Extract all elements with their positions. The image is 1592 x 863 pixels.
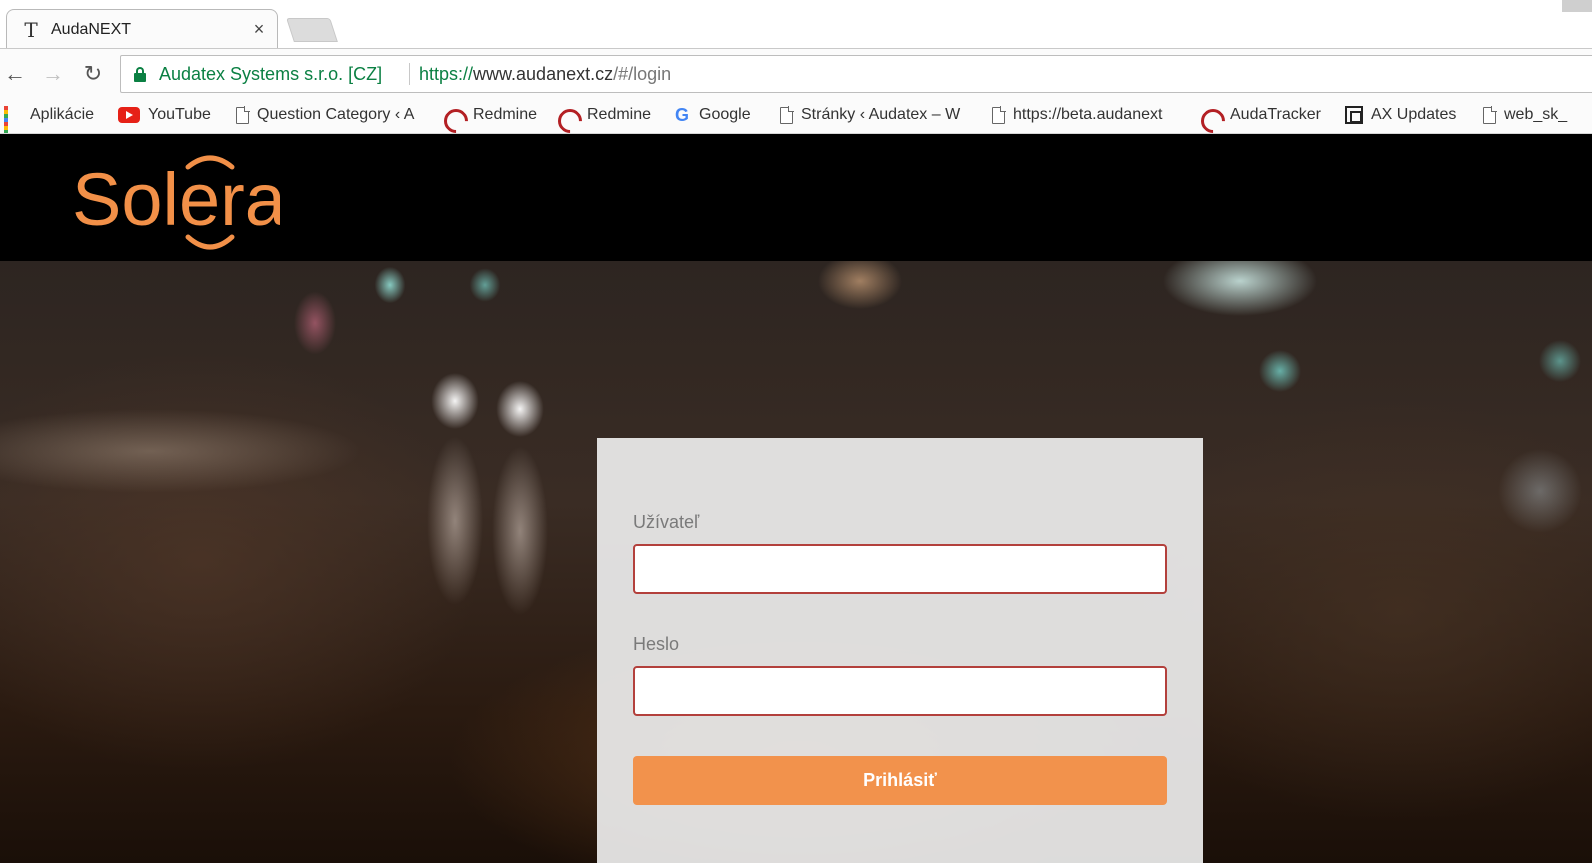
google-icon: G — [674, 105, 689, 125]
ax-updates-icon — [1345, 106, 1363, 124]
bookmark-redmine-2[interactable]: Redmine — [557, 104, 651, 126]
redmine-icon — [443, 106, 465, 124]
bookmark-label: AudaTracker — [1230, 106, 1321, 123]
url-text[interactable]: https://www.audanext.cz/#/login — [419, 64, 671, 85]
address-separator — [409, 63, 410, 85]
youtube-icon — [118, 107, 140, 123]
bookmark-label: YouTube — [148, 106, 211, 123]
tab-strip: T AudaNEXT × — [0, 0, 1592, 49]
page-icon — [780, 106, 794, 124]
password-label: Heslo — [633, 634, 680, 654]
address-bar[interactable]: Audatex Systems s.r.o. [CZ] https://www.… — [120, 55, 1592, 93]
bookmarks-bar: Aplikácie YouTube Question Category ‹ A … — [0, 98, 1592, 134]
bookmark-question-category[interactable]: Question Category ‹ A — [236, 104, 414, 126]
reload-icon[interactable]: ↻ — [80, 61, 106, 87]
page-viewport: Solera Užívateľ Heslo Prihlásiť — [0, 135, 1592, 863]
page-icon — [992, 106, 1006, 124]
tab-title: AudaNEXT — [51, 21, 132, 38]
bookmark-label: Question Category ‹ A — [257, 106, 415, 123]
solera-logo: Solera — [72, 155, 280, 250]
hero-background: Užívateľ Heslo Prihlásiť — [0, 261, 1592, 863]
url-host: www.audanext.cz — [473, 64, 614, 84]
redmine-icon — [557, 106, 579, 124]
page-icon — [1483, 106, 1497, 124]
logo-text: Solera — [72, 158, 280, 241]
back-arrow-icon[interactable]: ← — [2, 61, 28, 87]
site-header: Solera — [0, 135, 1592, 261]
bookmark-label: https://beta.audanext — [1013, 106, 1163, 123]
bookmark-redmine-1[interactable]: Redmine — [443, 104, 537, 126]
lock-icon[interactable] — [133, 67, 147, 82]
bookmark-beta-audanext[interactable]: https://beta.audanext — [992, 104, 1162, 126]
redmine-icon — [1200, 106, 1222, 124]
bookmark-label: web_sk_ — [1504, 106, 1568, 123]
bookmark-label: Redmine — [473, 106, 538, 123]
username-input[interactable] — [633, 544, 1167, 594]
bookmark-label: Redmine — [587, 106, 652, 123]
window-control[interactable] — [1562, 0, 1592, 12]
bookmark-google[interactable]: G Google — [673, 104, 751, 126]
site-identity[interactable]: Audatex Systems s.r.o. [CZ] — [159, 64, 382, 85]
bookmark-label: AX Updates — [1371, 106, 1457, 123]
bookmark-label: Aplikácie — [30, 106, 95, 123]
page-icon — [236, 106, 250, 124]
bookmark-audatracker[interactable]: AudaTracker — [1200, 104, 1321, 126]
bookmark-web-sk[interactable]: web_sk_ — [1483, 104, 1567, 126]
bookmark-label: Google — [699, 106, 751, 123]
login-form: Užívateľ Heslo Prihlásiť — [597, 438, 1203, 863]
url-path: /#/login — [613, 64, 672, 84]
apps-grid-icon — [4, 106, 22, 133]
tab-close-icon[interactable]: × — [249, 19, 269, 39]
bookmark-youtube[interactable]: YouTube — [118, 104, 211, 126]
url-scheme: https:// — [419, 64, 474, 84]
tab-audanext[interactable]: T AudaNEXT × — [6, 9, 278, 49]
password-input[interactable] — [633, 666, 1167, 716]
new-tab-button[interactable] — [286, 18, 338, 42]
username-label: Užívateľ — [633, 512, 700, 532]
forward-arrow-icon[interactable]: → — [40, 61, 66, 87]
audanext-favicon-icon: T — [24, 18, 38, 42]
login-button[interactable]: Prihlásiť — [633, 756, 1167, 805]
bookmark-label: Stránky ‹ Audatex – W — [801, 106, 961, 123]
bookmark-stranky-audatex[interactable]: Stránky ‹ Audatex – W — [780, 104, 960, 126]
bookmark-aplikacie[interactable]: Aplikácie — [4, 104, 95, 133]
bookmark-ax-updates[interactable]: AX Updates — [1345, 104, 1456, 126]
browser-toolbar: ← → ↻ Audatex Systems s.r.o. [CZ] https:… — [0, 48, 1592, 98]
